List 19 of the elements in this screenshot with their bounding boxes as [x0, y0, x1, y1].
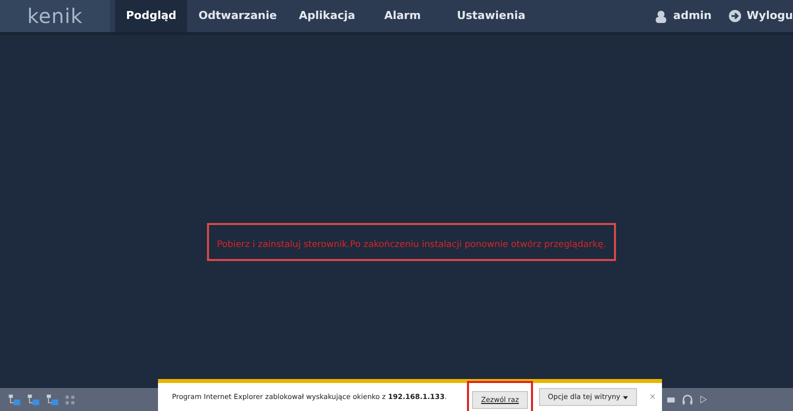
nav-tab[interactable]: Aplikacja [288, 0, 366, 32]
driver-message: Pobierz i zainstaluj sterownik.Po zakończeniu instalacji ponownie otwórz przeglądarkę. [216, 240, 606, 250]
headphones-icon[interactable] [682, 394, 693, 405]
camera-layout-icon[interactable] [27, 393, 40, 406]
nav-tab[interactable]: Alarm [366, 0, 439, 32]
caret-icon [623, 394, 628, 400]
nav-tab[interactable]: Podgląd [115, 0, 188, 32]
grid-icon[interactable] [65, 394, 75, 404]
user-name[interactable]: admin [673, 8, 712, 24]
play-icon[interactable] [699, 395, 708, 404]
logout-link[interactable]: Wylogu [746, 8, 793, 24]
logo: kenik [27, 3, 83, 30]
nav-tab[interactable]: Odtwarzanie [187, 0, 288, 32]
camera-layout-icon[interactable] [46, 393, 59, 406]
record-icon[interactable] [666, 394, 676, 404]
camera-layout-icon[interactable] [8, 393, 21, 406]
nav-tab[interactable]: Ustawienia [438, 0, 544, 32]
logout-icon[interactable] [728, 9, 742, 23]
user-icon[interactable] [654, 9, 668, 23]
